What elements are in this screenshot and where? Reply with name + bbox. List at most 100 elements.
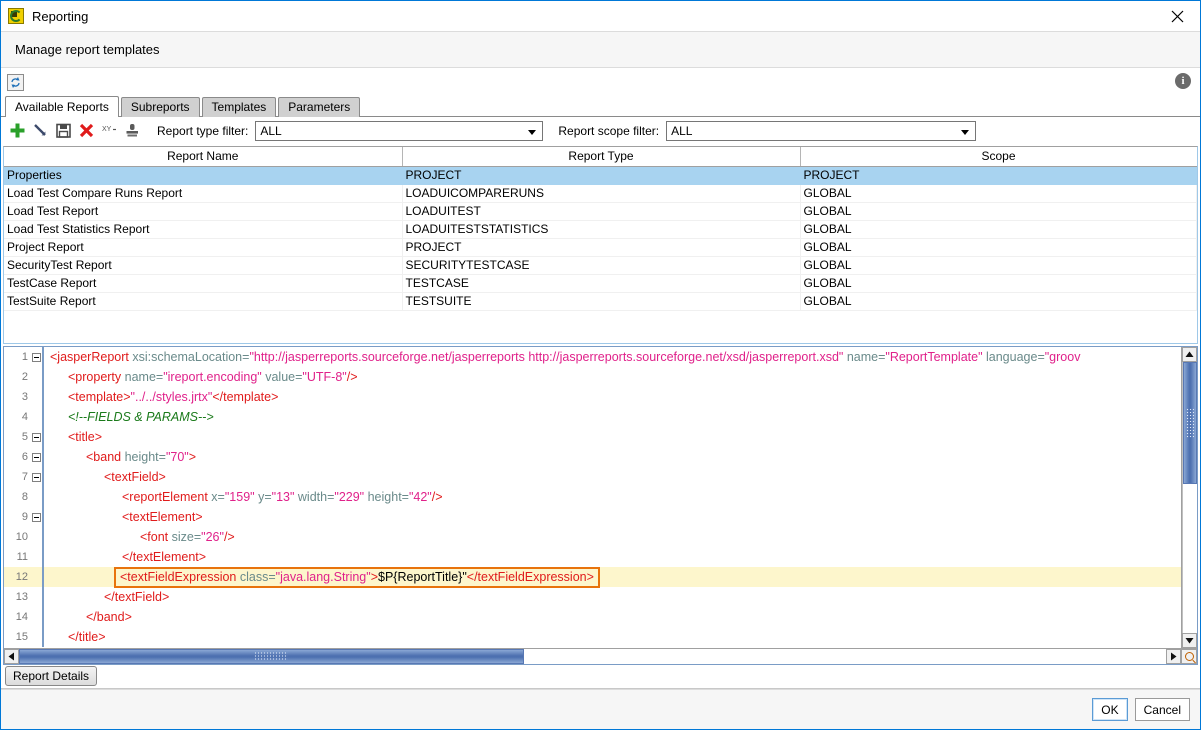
tab-templates[interactable]: Templates xyxy=(202,97,277,117)
table-cell-type: PROJECT xyxy=(402,166,800,184)
code-line: 13 </textField> xyxy=(4,587,1181,607)
code-line-highlighted: 12 <textFieldExpression class="java.lang… xyxy=(4,567,1181,587)
column-header-report-type[interactable]: Report Type xyxy=(402,147,800,166)
code-line: 8 <reportElement x="159" y="13" width="2… xyxy=(4,487,1181,507)
code-text: <!--FIELDS & PARAMS--> xyxy=(44,410,214,424)
svg-text:XY: XY xyxy=(102,126,112,133)
tab-subreports[interactable]: Subreports xyxy=(121,97,200,117)
xml-value: "26" xyxy=(201,530,224,544)
ok-button[interactable]: OK xyxy=(1092,698,1127,721)
hscroll-track[interactable] xyxy=(19,649,1166,664)
report-type-filter-select[interactable]: ALL xyxy=(255,121,543,141)
delete-icon[interactable] xyxy=(76,121,96,141)
scroll-up-icon[interactable] xyxy=(1182,347,1197,362)
tab-available-reports[interactable]: Available Reports xyxy=(5,96,119,117)
code-text: <textFieldExpression class="java.lang.St… xyxy=(44,567,600,588)
code-line: 9 <textElement> xyxy=(4,507,1181,527)
fold-toggle-icon[interactable] xyxy=(30,473,42,482)
table-cell-scope: GLOBAL xyxy=(800,274,1197,292)
table-cell-type: LOADUITESTSTATISTICS xyxy=(402,220,800,238)
xml-value: "13" xyxy=(272,490,295,504)
editor-vertical-scrollbar[interactable] xyxy=(1181,347,1197,648)
tab-parameters[interactable]: Parameters xyxy=(278,97,360,117)
table-cell-scope: GLOBAL xyxy=(800,256,1197,274)
close-icon[interactable] xyxy=(1154,1,1200,31)
fold-toggle-icon[interactable] xyxy=(30,453,42,462)
xml-value: "42" xyxy=(409,490,432,504)
table-cell-name: Load Test Statistics Report xyxy=(4,220,402,238)
code-text: </band> xyxy=(44,610,132,624)
xy-icon[interactable]: XY xyxy=(99,121,119,141)
xml-tag: </title> xyxy=(68,630,106,644)
code-text: <property name="ireport.encoding" value=… xyxy=(44,370,358,384)
table-row[interactable]: Load Test ReportLOADUITESTGLOBAL xyxy=(4,202,1197,220)
line-number: 2 xyxy=(4,371,30,383)
scroll-right-icon[interactable] xyxy=(1166,649,1181,664)
edit-icon[interactable] xyxy=(30,121,50,141)
xml-value: "70" xyxy=(166,450,189,464)
hscroll-thumb[interactable] xyxy=(19,649,524,664)
column-header-report-name[interactable]: Report Name xyxy=(4,147,402,166)
table-row[interactable]: PropertiesPROJECTPROJECT xyxy=(4,166,1197,184)
code-area[interactable]: 1 <jasperReport xsi:schemaLocation="http… xyxy=(4,347,1181,648)
table-row[interactable]: Project ReportPROJECTGLOBAL xyxy=(4,238,1197,256)
code-text: <font size="26"/> xyxy=(44,530,235,544)
code-text: </textField> xyxy=(44,590,169,604)
cancel-button[interactable]: Cancel xyxy=(1135,698,1190,721)
code-line: 10 <font size="26"/> xyxy=(4,527,1181,547)
xml-tag: <textElement> xyxy=(122,510,203,524)
zoom-corner-icon[interactable] xyxy=(1181,649,1197,664)
xml-tag: /> xyxy=(347,370,358,384)
scroll-left-icon[interactable] xyxy=(4,649,19,664)
fold-toggle-icon[interactable] xyxy=(30,513,42,522)
import-icon[interactable] xyxy=(122,121,142,141)
fold-toggle-icon[interactable] xyxy=(30,433,42,442)
xml-tag: <font xyxy=(140,530,168,544)
page-title: Manage report templates xyxy=(15,42,160,57)
table-row[interactable]: Load Test Statistics ReportLOADUITESTSTA… xyxy=(4,220,1197,238)
scroll-down-icon[interactable] xyxy=(1182,633,1197,648)
xml-value: "groov xyxy=(1045,350,1081,364)
xml-value: "java.lang.String" xyxy=(276,570,371,584)
table-row[interactable]: Load Test Compare Runs ReportLOADUICOMPA… xyxy=(4,184,1197,202)
chevron-down-icon xyxy=(961,130,969,135)
xml-tag: </textFieldExpression> xyxy=(467,570,594,584)
table-row[interactable]: TestSuite ReportTESTSUITEGLOBAL xyxy=(4,292,1197,310)
xml-value: "159" xyxy=(225,490,255,504)
xml-attr: height= xyxy=(368,490,409,504)
code-line: 6 <band height="70"> xyxy=(4,447,1181,467)
vscroll-track[interactable] xyxy=(1182,362,1197,633)
xml-editor: 1 <jasperReport xsi:schemaLocation="http… xyxy=(3,346,1198,665)
vscroll-thumb[interactable] xyxy=(1183,362,1197,484)
table-row[interactable]: TestCase ReportTESTCASEGLOBAL xyxy=(4,274,1197,292)
table-body: PropertiesPROJECTPROJECTLoad Test Compar… xyxy=(4,166,1197,310)
code-text: <textField> xyxy=(44,470,166,484)
xml-attr: height= xyxy=(125,450,166,464)
refresh-icon[interactable] xyxy=(7,74,24,91)
table-cell-name: TestCase Report xyxy=(4,274,402,292)
editor-horizontal-scrollbar[interactable] xyxy=(4,648,1197,664)
code-line: 15 </title> xyxy=(4,627,1181,647)
highlight-box: <textFieldExpression class="java.lang.St… xyxy=(114,567,600,588)
line-number: 6 xyxy=(4,451,30,463)
info-icon[interactable]: i xyxy=(1175,73,1191,89)
xml-attr: size= xyxy=(172,530,202,544)
xml-tag: <textField> xyxy=(104,470,166,484)
table-cell-type: TESTSUITE xyxy=(402,292,800,310)
code-text: <title> xyxy=(44,430,102,444)
column-header-scope[interactable]: Scope xyxy=(800,147,1197,166)
table-row[interactable]: SecurityTest ReportSECURITYTESTCASEGLOBA… xyxy=(4,256,1197,274)
xml-tag: <band xyxy=(86,450,121,464)
editor-main: 1 <jasperReport xsi:schemaLocation="http… xyxy=(4,347,1197,648)
report-scope-filter-select[interactable]: ALL xyxy=(666,121,976,141)
save-icon[interactable] xyxy=(53,121,73,141)
tab-strip: Available Reports Subreports Templates P… xyxy=(1,96,1200,117)
table-cell-type: LOADUICOMPARERUNS xyxy=(402,184,800,202)
fold-toggle-icon[interactable] xyxy=(30,353,42,362)
add-icon[interactable] xyxy=(7,121,27,141)
report-details-tab[interactable]: Report Details xyxy=(5,666,97,686)
code-line: 11 </textElement> xyxy=(4,547,1181,567)
table-cell-scope: PROJECT xyxy=(800,166,1197,184)
xml-tag: <jasperReport xyxy=(50,350,129,364)
table-cell-name: TestSuite Report xyxy=(4,292,402,310)
